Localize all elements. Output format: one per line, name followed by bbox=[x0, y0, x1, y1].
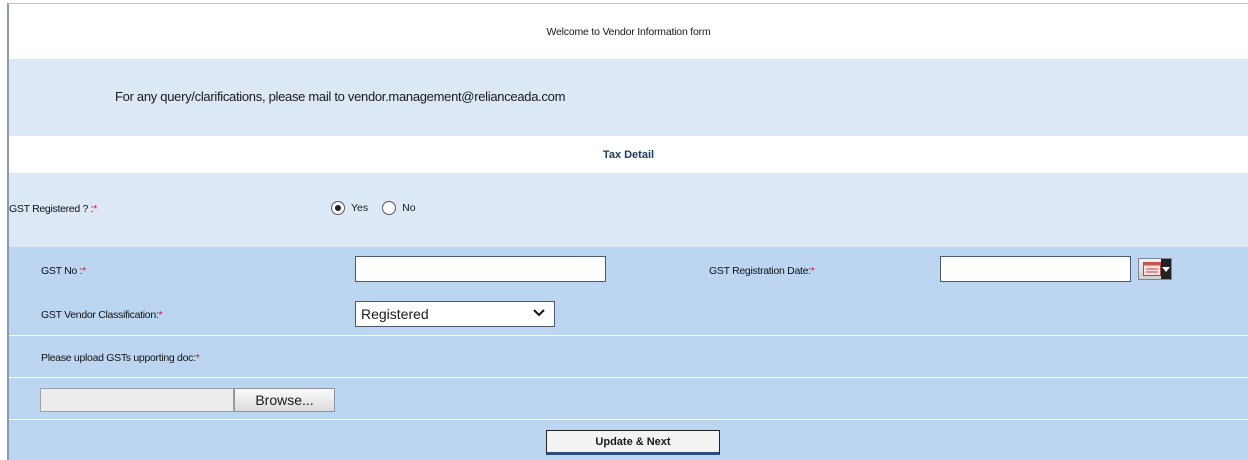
gst-registered-label: GST Registered ? :* bbox=[9, 203, 97, 215]
required-mark: * bbox=[158, 309, 163, 321]
chevron-down-icon bbox=[1161, 259, 1171, 279]
gst-registration-date-label-text: GST Registration Date: bbox=[709, 265, 811, 277]
required-mark: * bbox=[810, 265, 815, 277]
gst-number-row: GST No :* GST Registration Date:* bbox=[9, 247, 1248, 293]
gst-no-label: GST No :* bbox=[41, 265, 86, 277]
gst-registered-no-radio[interactable] bbox=[382, 201, 397, 215]
gst-registered-label-text: GST Registered ? : bbox=[9, 203, 94, 215]
required-mark: * bbox=[93, 203, 98, 215]
query-note: For any query/clarifications, please mai… bbox=[115, 89, 566, 104]
gst-registered-yes-radio[interactable] bbox=[331, 201, 345, 215]
section-heading-row: Tax Detail bbox=[9, 136, 1248, 173]
vendor-form-frame: Welcome to Vendor Information form For a… bbox=[7, 3, 1248, 460]
update-and-next-button[interactable]: Update & Next bbox=[546, 430, 720, 455]
gst-vendor-classification-label: GST Vendor Classification:* bbox=[41, 309, 163, 321]
radio-yes-label: Yes bbox=[351, 202, 369, 214]
gst-vendor-classification-label-text: GST Vendor Classification: bbox=[41, 309, 159, 321]
file-upload-row: Browse... bbox=[9, 378, 1248, 419]
gst-registered-radio-group: Yes No bbox=[331, 201, 430, 215]
update-and-next-label: Update & Next bbox=[595, 435, 671, 448]
gst-supporting-doc-label-text: Please upload GSTs upporting doc: bbox=[41, 352, 196, 364]
gst-registration-date-label: GST Registration Date:* bbox=[709, 265, 815, 277]
query-row: For any query/clarifications, please mai… bbox=[9, 59, 1248, 136]
welcome-row: Welcome to Vendor Information form bbox=[9, 4, 1248, 59]
gst-registration-date-input[interactable] bbox=[940, 256, 1131, 282]
radio-no-label: No bbox=[402, 202, 416, 214]
gst-classification-row: GST Vendor Classification:* Registered bbox=[9, 293, 1248, 335]
gst-registered-row: GST Registered ? :* Yes No bbox=[9, 173, 1248, 247]
select-value: Registered bbox=[361, 306, 429, 322]
section-title: Tax Detail bbox=[602, 148, 655, 161]
welcome-text: Welcome to Vendor Information form bbox=[546, 25, 711, 38]
gst-no-input[interactable] bbox=[355, 256, 606, 282]
upload-label-row: Please upload GSTs upporting doc:* bbox=[9, 336, 1248, 377]
required-mark: * bbox=[195, 352, 200, 364]
calendar-button[interactable] bbox=[1138, 258, 1172, 280]
submit-row: Update & Next bbox=[9, 420, 1248, 460]
gst-vendor-classification-select[interactable]: Registered bbox=[355, 301, 555, 327]
gst-no-label-text: GST No : bbox=[41, 265, 83, 277]
calendar-icon bbox=[1143, 262, 1161, 276]
radio-selected-dot bbox=[335, 205, 341, 211]
browse-button-label: Browse... bbox=[255, 392, 314, 408]
required-mark: * bbox=[82, 265, 86, 277]
gst-supporting-doc-label: Please upload GSTs upporting doc:* bbox=[41, 352, 200, 364]
chevron-down-icon bbox=[533, 309, 545, 317]
file-path-field[interactable] bbox=[40, 388, 234, 412]
browse-button[interactable]: Browse... bbox=[234, 388, 335, 412]
